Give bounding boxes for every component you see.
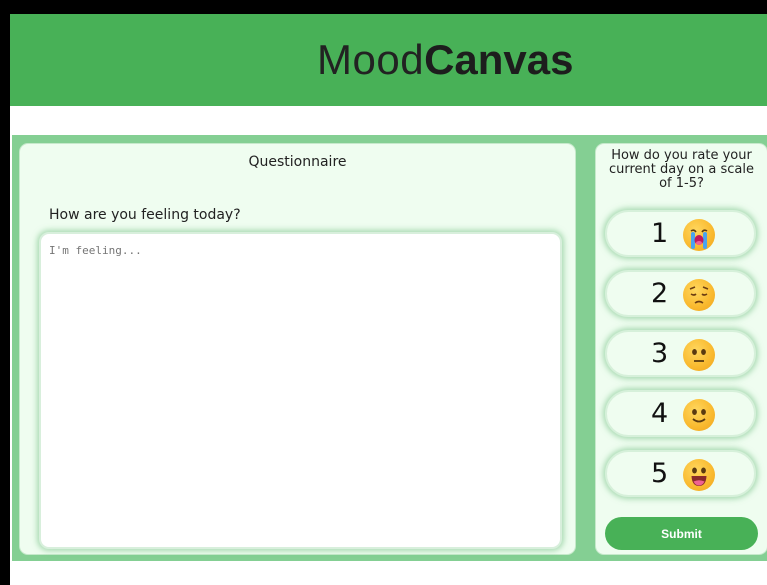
brand-bold: Canvas [424,36,574,83]
rating-button-1[interactable]: 1 [605,210,756,257]
rating-value: 3 [651,338,669,369]
neutral-face-icon [683,339,715,371]
question-label: How are you feeling today? [49,207,241,223]
feeling-textarea[interactable] [39,232,562,549]
questionnaire-title: Questionnaire [248,154,347,170]
slightly-smiling-face-icon [683,399,715,431]
grinning-face-icon [683,459,715,491]
rating-card: How do you rate your current day on a sc… [595,143,767,555]
submit-button[interactable]: Submit [605,517,758,550]
rating-value: 2 [651,278,669,309]
rating-value: 1 [651,218,669,249]
rating-value: 5 [651,458,669,489]
rating-value: 4 [651,398,669,429]
rating-prompt: How do you rate your current day on a sc… [609,148,754,191]
rating-button-4[interactable]: 4 [605,390,756,437]
app-header: MoodCanvas [10,14,767,106]
rating-button-2[interactable]: 2 [605,270,756,317]
page: MoodCanvas Questionnaire How are you fee… [10,14,767,585]
brand-light: Mood [317,36,425,83]
rating-button-5[interactable]: 5 [605,450,756,497]
main-content: Questionnaire How are you feeling today?… [12,135,767,561]
pensive-face-icon [683,279,715,311]
questionnaire-card: Questionnaire How are you feeling today? [19,143,576,555]
rating-button-3[interactable]: 3 [605,330,756,377]
app-logo: MoodCanvas [317,35,573,85]
loudly-crying-face-icon [683,219,715,251]
